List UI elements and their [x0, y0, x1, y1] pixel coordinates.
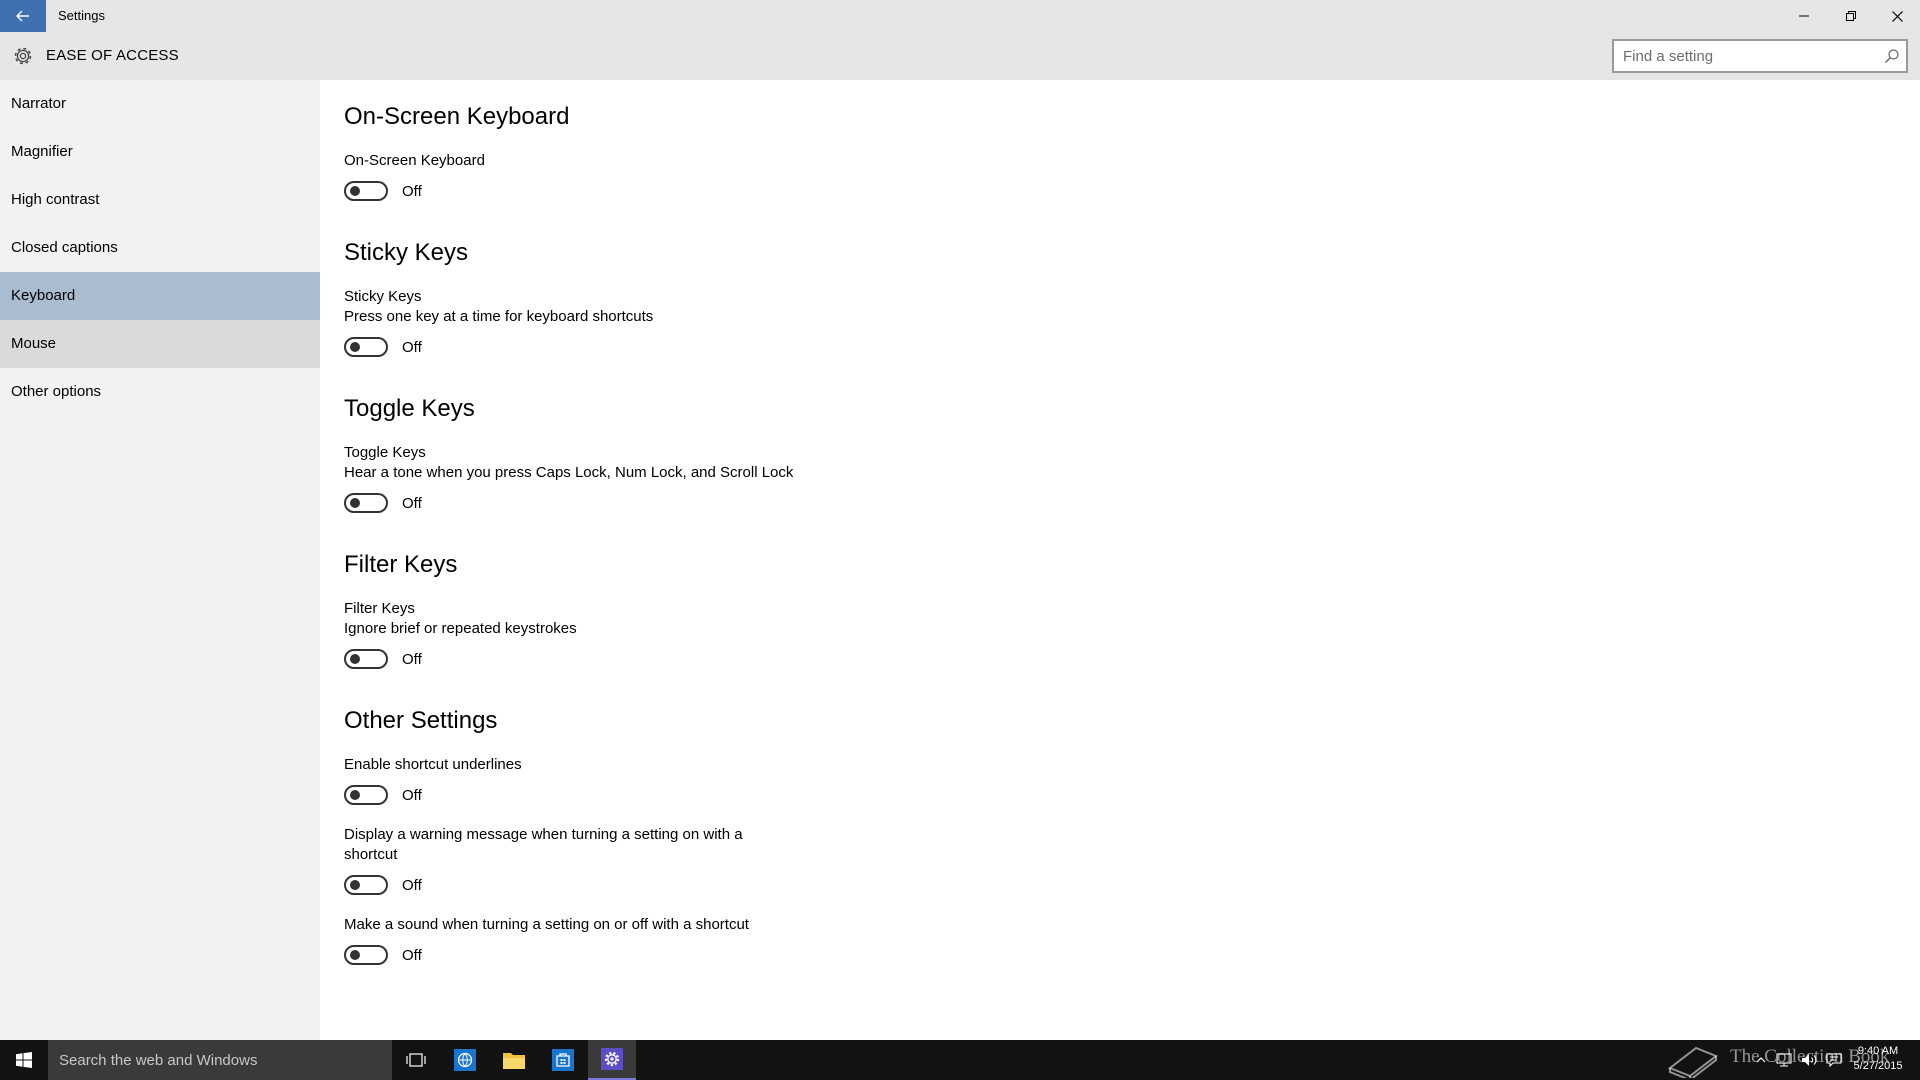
volume-icon [1802, 1054, 1817, 1066]
warning-state: Off [402, 876, 422, 894]
togglekeys-state: Off [402, 494, 422, 512]
warning-label-line2: shortcut [344, 846, 398, 863]
restore-button[interactable] [1827, 0, 1875, 32]
action-center-button[interactable] [1822, 1040, 1846, 1080]
osk-label: On-Screen Keyboard [344, 152, 485, 169]
toggle-knob [350, 880, 360, 890]
sidebar-item-keyboard[interactable]: Keyboard [0, 272, 320, 320]
notification-icon [1826, 1053, 1842, 1067]
back-button[interactable] [0, 0, 46, 32]
search-box[interactable] [1612, 39, 1908, 73]
restore-icon [1846, 11, 1856, 21]
underlines-state: Off [402, 786, 422, 804]
taskbar: The Collection Book 9:40 AM 5/27/2015 [0, 1040, 1920, 1080]
toggle-knob [350, 790, 360, 800]
taskbar-search-input[interactable] [48, 1040, 392, 1080]
windows-logo-icon [16, 1052, 32, 1068]
sidebar-item-narrator[interactable]: Narrator [0, 80, 320, 128]
sidebar-item-closed-captions[interactable]: Closed captions [0, 224, 320, 272]
filter-label: Filter Keys [344, 600, 415, 617]
back-arrow-icon [16, 10, 29, 22]
title-bar: Settings [0, 0, 1920, 32]
section-title: EASE OF ACCESS [46, 47, 179, 64]
warning-toggle[interactable] [344, 875, 388, 895]
osk-toggle[interactable] [344, 181, 388, 201]
window-title: Settings [58, 8, 105, 23]
clock[interactable]: 9:40 AM 5/27/2015 [1848, 1044, 1908, 1074]
minimize-button[interactable] [1780, 0, 1828, 32]
browser-button[interactable] [441, 1040, 489, 1080]
sidebar-item-magnifier[interactable]: Magnifier [0, 128, 320, 176]
tray-overflow-button[interactable] [1752, 1040, 1770, 1080]
osk-heading: On-Screen Keyboard [344, 103, 570, 130]
sound-label: Make a sound when turning a setting on o… [344, 916, 749, 933]
file-explorer-button[interactable] [490, 1040, 538, 1080]
filter-heading: Filter Keys [344, 551, 458, 578]
task-view-icon [406, 1053, 426, 1067]
settings-gear-icon [601, 1048, 623, 1070]
togglekeys-heading: Toggle Keys [344, 395, 475, 422]
osk-toggle-row: Off [344, 180, 422, 202]
warning-label-line1: Display a warning message when turning a… [344, 826, 743, 843]
sticky-toggle-row: Off [344, 336, 422, 358]
toggle-knob [350, 654, 360, 664]
toggle-knob [350, 498, 360, 508]
clock-time: 9:40 AM [1857, 1045, 1899, 1057]
togglekeys-description: Hear a tone when you press Caps Lock, Nu… [344, 464, 794, 481]
sidebar-item-other-options[interactable]: Other options [0, 368, 320, 416]
chevron-up-icon [1756, 1057, 1766, 1063]
header-bar: EASE OF ACCESS [0, 32, 1920, 80]
folder-icon [503, 1053, 525, 1069]
togglekeys-toggle-row: Off [344, 492, 422, 514]
search-input[interactable] [1614, 41, 1878, 71]
filter-description: Ignore brief or repeated keystrokes [344, 620, 577, 637]
underlines-toggle[interactable] [344, 785, 388, 805]
sidebar: Narrator Magnifier High contrast Closed … [0, 80, 320, 1040]
toggle-knob [350, 950, 360, 960]
other-heading: Other Settings [344, 707, 498, 734]
sticky-heading: Sticky Keys [344, 239, 469, 266]
osk-state: Off [402, 182, 422, 200]
sticky-state: Off [402, 338, 422, 356]
warning-toggle-row: Off [344, 874, 422, 896]
togglekeys-label: Toggle Keys [344, 444, 426, 461]
sound-state: Off [402, 946, 422, 964]
togglekeys-toggle[interactable] [344, 493, 388, 513]
minimize-icon [1799, 15, 1809, 17]
gear-icon [14, 47, 32, 65]
task-view-button[interactable] [392, 1040, 440, 1080]
settings-taskbar-button[interactable] [588, 1040, 636, 1080]
sound-toggle[interactable] [344, 945, 388, 965]
sticky-toggle[interactable] [344, 337, 388, 357]
close-icon [1891, 10, 1903, 22]
close-button[interactable] [1873, 0, 1920, 32]
filter-toggle[interactable] [344, 649, 388, 669]
sticky-description: Press one key at a time for keyboard sho… [344, 308, 654, 325]
sound-toggle-row: Off [344, 944, 422, 966]
search-icon[interactable] [1884, 48, 1900, 64]
toggle-knob [350, 186, 360, 196]
network-icon [1776, 1053, 1792, 1067]
sidebar-item-high-contrast[interactable]: High contrast [0, 176, 320, 224]
network-button[interactable] [1772, 1040, 1796, 1080]
browser-icon [454, 1049, 476, 1071]
sticky-label: Sticky Keys [344, 288, 422, 305]
underlines-label: Enable shortcut underlines [344, 756, 522, 773]
watermark-book-icon [1667, 1046, 1719, 1078]
toggle-knob [350, 342, 360, 352]
taskbar-search[interactable] [48, 1040, 392, 1080]
filter-state: Off [402, 650, 422, 668]
underlines-toggle-row: Off [344, 784, 422, 806]
start-button[interactable] [0, 1040, 48, 1080]
volume-button[interactable] [1798, 1040, 1822, 1080]
sidebar-item-mouse[interactable]: Mouse [0, 320, 320, 368]
clock-date: 5/27/2015 [1853, 1060, 1903, 1072]
store-button[interactable] [539, 1040, 587, 1080]
content-panel: On-Screen Keyboard On-Screen Keyboard Of… [320, 80, 1920, 1040]
filter-toggle-row: Off [344, 648, 422, 670]
store-icon [552, 1049, 574, 1071]
